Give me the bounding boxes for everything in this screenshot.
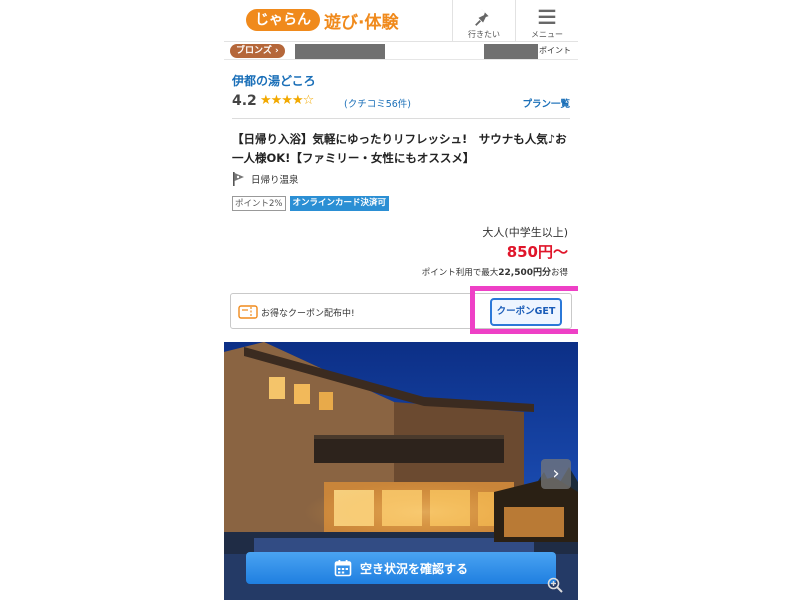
points-label: ポイント bbox=[539, 46, 571, 55]
plan-list-link[interactable]: プラン一覧 bbox=[522, 96, 570, 110]
reviews-link[interactable]: (クチコミ56件) bbox=[344, 96, 411, 110]
hamburger-icon bbox=[538, 9, 556, 24]
check-availability-label: 空き状況を確認する bbox=[359, 561, 468, 576]
zoom-icon[interactable] bbox=[546, 576, 564, 594]
redacted-block bbox=[295, 44, 385, 59]
plan-title: 【日帰り入浴】気軽にゆったりリフレッシュ! サウナも人気♪お一人様OK!【ファミ… bbox=[232, 132, 567, 165]
coupon-get-button[interactable]: クーポンGET bbox=[490, 298, 562, 326]
rating-score: 4.2 bbox=[232, 93, 257, 109]
divider bbox=[232, 118, 570, 119]
next-photo-button[interactable]: › bbox=[541, 459, 571, 489]
point-rate-tag: ポイント2% bbox=[232, 196, 286, 211]
check-availability-button[interactable]: 空き状況を確認する bbox=[246, 552, 556, 584]
rating-row: 4.2 ★★★★☆ (クチコミ56件) プラン一覧 bbox=[232, 93, 570, 111]
pin-icon bbox=[475, 8, 489, 26]
flag-icon bbox=[233, 172, 244, 186]
point-note-suffix: お得 bbox=[550, 268, 568, 278]
coupon-ticket-icon bbox=[238, 305, 258, 319]
calendar-icon bbox=[334, 560, 352, 577]
price-value: 850円〜 bbox=[506, 243, 568, 261]
price-label: 大人(中学生以上) bbox=[482, 226, 568, 239]
category-label: 日帰り温泉 bbox=[251, 175, 299, 186]
point-note-prefix: ポイント利用で最大 bbox=[421, 268, 499, 278]
category-row: 日帰り温泉 bbox=[232, 170, 299, 188]
redacted-block bbox=[484, 44, 538, 59]
card-payment-tag: オンラインカード決済可 bbox=[289, 196, 390, 211]
coupon-text: お得なクーポン配布中! bbox=[261, 309, 355, 319]
facility-photo[interactable]: › 空き状況を確認する bbox=[224, 342, 578, 600]
point-savings-note: ポイント利用で最大22,500円分お得 bbox=[422, 265, 568, 278]
site-header: じゃらん 遊び·体験 行きたい メニュー bbox=[224, 0, 578, 42]
plan-tags: ポイント2% オンラインカード決済可 bbox=[232, 196, 390, 211]
want-to-go-button[interactable]: 行きたい bbox=[452, 0, 515, 42]
logo-badge: じゃらん bbox=[246, 9, 320, 31]
rank-badge[interactable]: ブロンズ › bbox=[230, 44, 285, 58]
menu-label: メニュー bbox=[531, 30, 563, 39]
facility-name[interactable]: 伊都の湯どころ bbox=[232, 72, 316, 89]
menu-button[interactable]: メニュー bbox=[515, 0, 578, 42]
mobile-page: じゃらん 遊び·体験 行きたい メニュー ブロンズ › ポイント 伊都の湯どころ bbox=[224, 0, 578, 600]
site-logo[interactable]: じゃらん 遊び·体験 bbox=[246, 8, 399, 33]
star-rating-icon: ★★★★☆ bbox=[260, 93, 314, 108]
member-rank-bar: ブロンズ › ポイント bbox=[224, 42, 578, 60]
point-note-amount: 22,500円分 bbox=[498, 268, 551, 278]
want-to-go-label: 行きたい bbox=[468, 30, 500, 39]
logo-text: 遊び·体験 bbox=[324, 12, 399, 33]
